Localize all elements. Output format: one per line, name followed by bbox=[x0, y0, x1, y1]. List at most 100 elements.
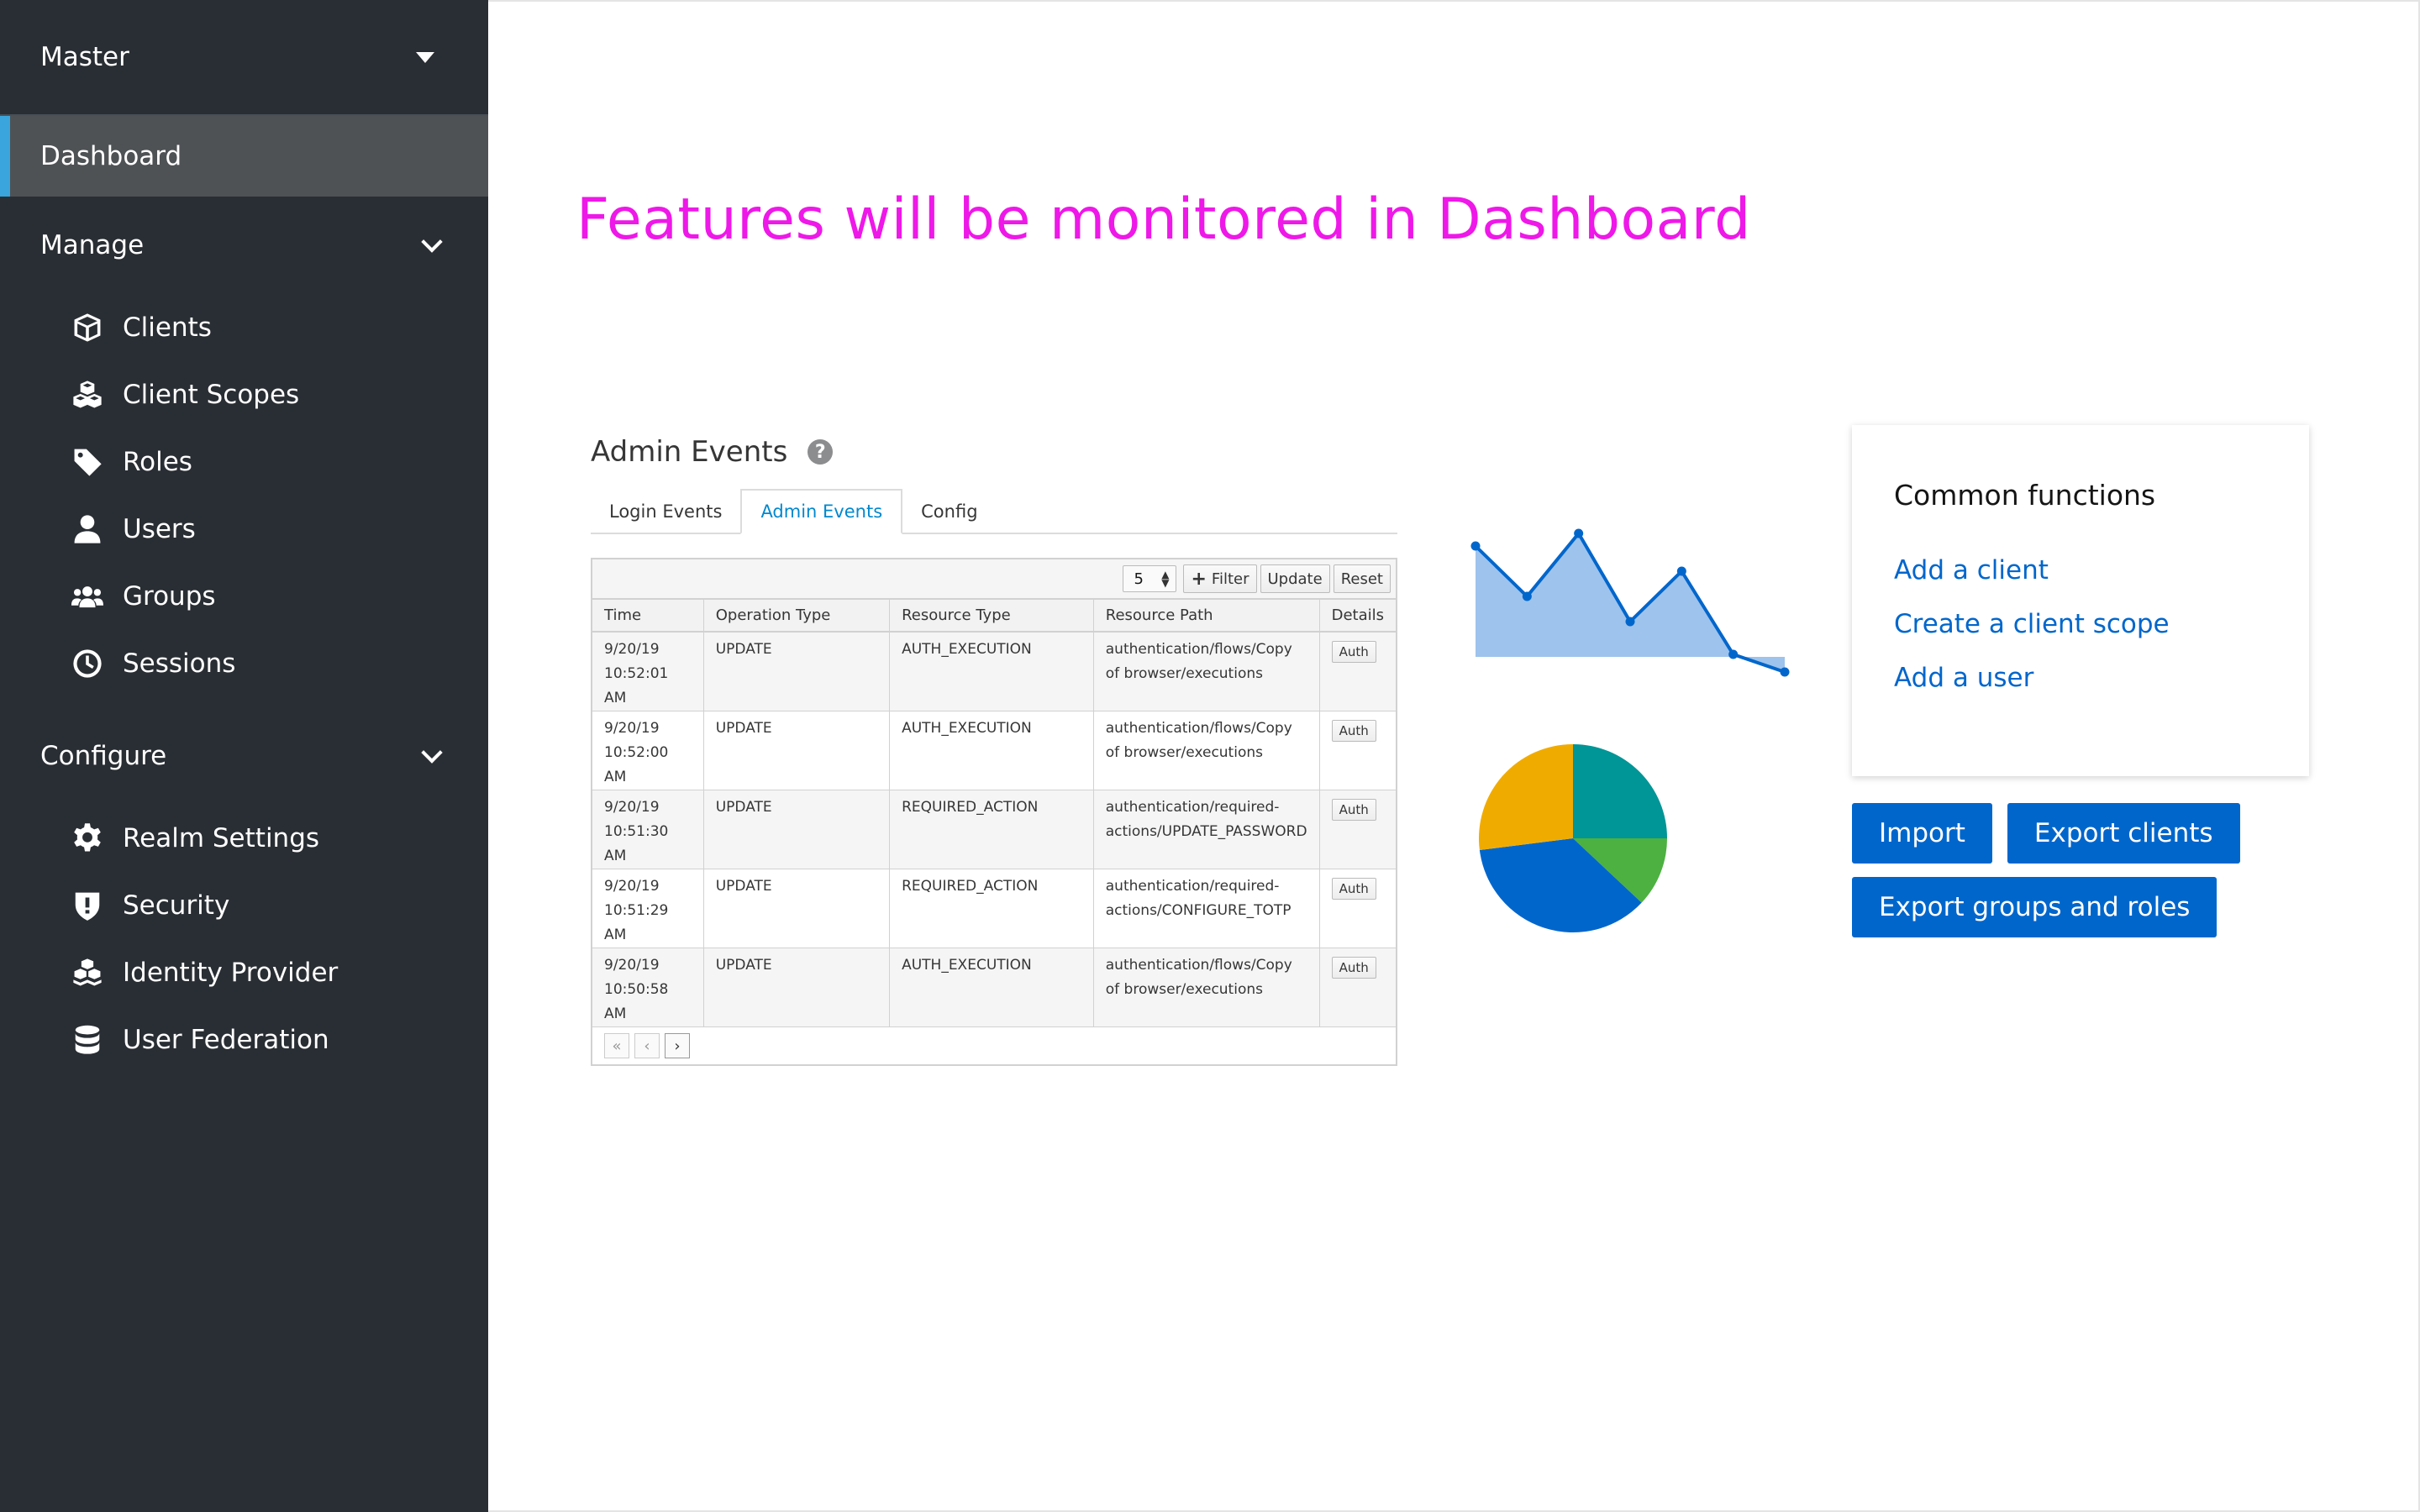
area-point bbox=[1780, 667, 1790, 677]
column-header-resource-path[interactable]: Resource Path bbox=[1093, 600, 1320, 633]
sidebar-item-label: Identity Provider bbox=[123, 958, 339, 988]
cell-details: Auth bbox=[1319, 869, 1396, 948]
cell-date: 9/20/19 bbox=[604, 720, 660, 737]
cell-date: 9/20/19 bbox=[604, 878, 660, 895]
column-header-operation-type[interactable]: Operation Type bbox=[703, 600, 891, 633]
table-row: 9/20/19 10:51:30 AM UPDATE REQUIRED_ACTIO… bbox=[592, 790, 1396, 869]
pie-slice bbox=[1573, 744, 1667, 838]
sidebar-item-groups[interactable]: Groups bbox=[0, 563, 488, 630]
import-button[interactable]: Import bbox=[1852, 803, 1992, 864]
sidebar-item-sessions[interactable]: Sessions bbox=[0, 630, 488, 697]
events-tabs: Login Events Admin Events Config bbox=[591, 489, 1397, 534]
cell-clock: 10:51:29 AM bbox=[604, 902, 669, 943]
auth-details-button[interactable]: Auth bbox=[1331, 878, 1376, 900]
sidebar-item-user-federation[interactable]: User Federation bbox=[0, 1006, 488, 1074]
area-point bbox=[1728, 649, 1739, 659]
create-client-scope-link[interactable]: Create a client scope bbox=[1894, 609, 2309, 663]
sidebar-item-users[interactable]: Users bbox=[0, 496, 488, 563]
table-row: 9/20/19 10:50:58 AM UPDATE AUTH_EXECUTION… bbox=[592, 948, 1396, 1027]
export-groups-and-roles-button[interactable]: Export groups and roles bbox=[1852, 877, 2217, 937]
cell-time: 9/20/19 10:52:00 AM bbox=[592, 711, 704, 790]
filter-label: Filter bbox=[1211, 570, 1249, 588]
table-toolbar: 5 ▲ ▼ + Filter Update Reset bbox=[592, 559, 1396, 600]
clock-icon bbox=[71, 647, 104, 680]
column-header-time[interactable]: Time bbox=[592, 600, 704, 633]
page-size-select[interactable]: 5 ▲ ▼ bbox=[1123, 565, 1177, 592]
shield-icon bbox=[71, 889, 104, 922]
export-clients-button[interactable]: Export clients bbox=[2007, 803, 2240, 864]
sidebar: Master Dashboard Manage Clients Client S… bbox=[0, 0, 488, 1512]
admin-events-title: Admin Events bbox=[591, 435, 788, 469]
first-page-button[interactable]: « bbox=[604, 1033, 629, 1058]
cell-clock: 10:52:00 AM bbox=[604, 744, 669, 785]
tag-icon bbox=[71, 445, 104, 479]
common-functions-card: Common functions Add a client Create a c… bbox=[1852, 425, 2309, 776]
sidebar-item-label: Clients bbox=[123, 312, 212, 343]
sidebar-item-label: Security bbox=[123, 890, 230, 921]
action-buttons-row: Export groups and roles bbox=[1852, 877, 2232, 937]
add-user-link[interactable]: Add a user bbox=[1894, 663, 2309, 717]
sidebar-item-security[interactable]: Security bbox=[0, 872, 488, 939]
cell-resource-type: AUTH_EXECUTION bbox=[889, 711, 1094, 790]
cell-resource-path: authentication/required-actions/UPDATE_P… bbox=[1093, 790, 1320, 869]
cell-resource-path: authentication/flows/Copy of browser/exec… bbox=[1093, 632, 1320, 711]
cubes-stack-icon bbox=[71, 956, 104, 990]
auth-details-button[interactable]: Auth bbox=[1331, 957, 1376, 979]
path-line: authentication/required- bbox=[1105, 799, 1280, 816]
sidebar-item-label: Users bbox=[123, 514, 196, 544]
sidebar-item-label: User Federation bbox=[123, 1025, 329, 1055]
cell-resource-path: authentication/flows/Copy of browser/exec… bbox=[1093, 948, 1320, 1027]
cell-operation-type: UPDATE bbox=[703, 948, 891, 1027]
cell-resource-type: REQUIRED_ACTION bbox=[889, 790, 1094, 869]
help-icon[interactable]: ? bbox=[808, 439, 834, 465]
select-arrows-icon: ▲ ▼ bbox=[1161, 569, 1170, 589]
sidebar-item-identity-provider[interactable]: Identity Provider bbox=[0, 939, 488, 1006]
table-row: 9/20/19 10:52:00 AM UPDATE AUTH_EXECUTION… bbox=[592, 711, 1396, 790]
column-header-details[interactable]: Details bbox=[1319, 600, 1396, 633]
column-header-resource-type[interactable]: Resource Type bbox=[889, 600, 1094, 633]
sidebar-item-label: Realm Settings bbox=[123, 823, 320, 853]
tab-admin-events[interactable]: Admin Events bbox=[740, 489, 903, 534]
tab-config[interactable]: Config bbox=[902, 489, 996, 534]
cell-time: 9/20/19 10:51:30 AM bbox=[592, 790, 704, 869]
sidebar-section-manage[interactable]: Manage bbox=[0, 197, 488, 294]
auth-details-button[interactable]: Auth bbox=[1331, 799, 1376, 821]
cell-time: 9/20/19 10:50:58 AM bbox=[592, 948, 704, 1027]
cell-clock: 10:52:01 AM bbox=[604, 665, 669, 706]
sidebar-item-label: Groups bbox=[123, 581, 216, 612]
cubes-icon bbox=[71, 378, 104, 412]
table-header-row: Time Operation Type Resource Type Resour… bbox=[592, 600, 1396, 633]
cell-operation-type: UPDATE bbox=[703, 632, 891, 711]
caret-down-icon bbox=[416, 51, 434, 63]
previous-page-button[interactable]: ‹ bbox=[634, 1033, 660, 1058]
add-client-link[interactable]: Add a client bbox=[1894, 555, 2309, 609]
sidebar-item-roles[interactable]: Roles bbox=[0, 428, 488, 496]
database-icon bbox=[71, 1023, 104, 1057]
table-row: 9/20/19 10:51:29 AM UPDATE REQUIRED_ACTIO… bbox=[592, 869, 1396, 948]
cell-resource-path: authentication/flows/Copy of browser/exec… bbox=[1093, 711, 1320, 790]
auth-details-button[interactable]: Auth bbox=[1331, 641, 1376, 663]
cell-resource-type: AUTH_EXECUTION bbox=[889, 632, 1094, 711]
user-icon bbox=[71, 512, 104, 546]
realm-selector[interactable]: Master bbox=[0, 0, 488, 116]
cell-time: 9/20/19 10:52:01 AM bbox=[592, 632, 704, 711]
cell-operation-type: UPDATE bbox=[703, 790, 891, 869]
update-button[interactable]: Update bbox=[1260, 564, 1330, 593]
sidebar-section-configure[interactable]: Configure bbox=[0, 707, 488, 805]
gear-icon bbox=[71, 822, 104, 855]
sidebar-item-clients[interactable]: Clients bbox=[0, 294, 488, 361]
next-page-button[interactable]: › bbox=[665, 1033, 690, 1058]
tab-login-events[interactable]: Login Events bbox=[591, 489, 740, 534]
sidebar-item-realm-settings[interactable]: Realm Settings bbox=[0, 805, 488, 872]
filter-button[interactable]: + Filter bbox=[1183, 564, 1257, 593]
users-icon bbox=[71, 580, 104, 613]
common-functions-title: Common functions bbox=[1894, 479, 2156, 512]
sidebar-item-client-scopes[interactable]: Client Scopes bbox=[0, 361, 488, 428]
auth-details-button[interactable]: Auth bbox=[1331, 720, 1376, 742]
sidebar-item-label: Client Scopes bbox=[123, 380, 300, 410]
sidebar-item-dashboard[interactable]: Dashboard bbox=[0, 116, 488, 197]
cell-date: 9/20/19 bbox=[604, 957, 660, 974]
realm-label: Master bbox=[40, 42, 129, 72]
cell-details: Auth bbox=[1319, 948, 1396, 1027]
reset-button[interactable]: Reset bbox=[1333, 564, 1391, 593]
